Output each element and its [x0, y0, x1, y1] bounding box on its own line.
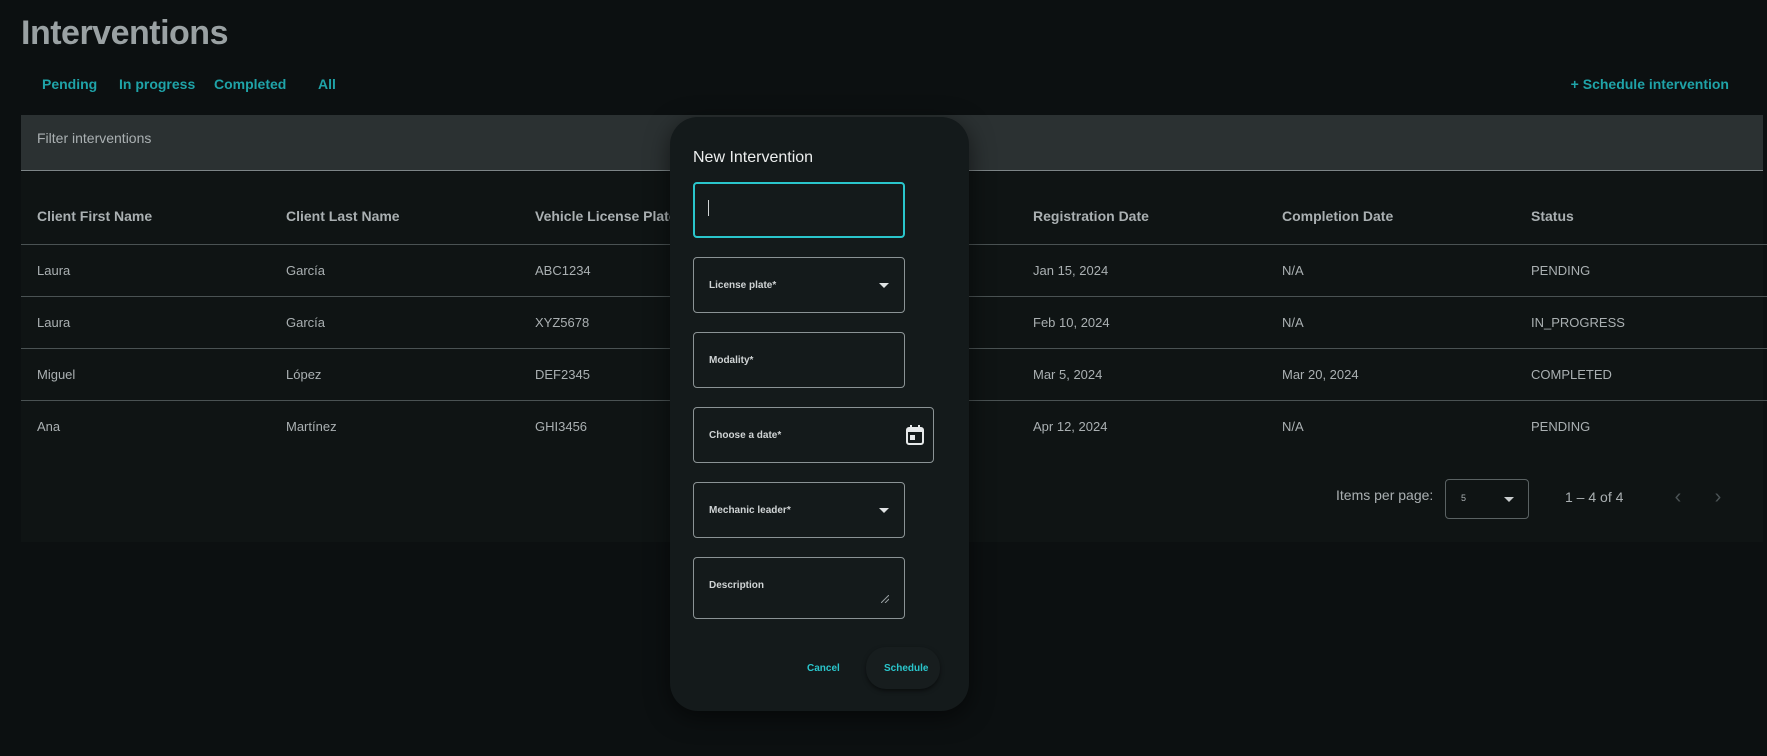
client-field[interactable]: [693, 182, 905, 238]
cell-last-name: López: [286, 367, 322, 382]
page-size-select[interactable]: 5: [1445, 479, 1529, 519]
cell-status: COMPLETED: [1531, 367, 1612, 382]
cell-completion-date: N/A: [1282, 263, 1304, 278]
modality-label: Modality*: [709, 355, 754, 366]
license-plate-select[interactable]: License plate*: [693, 257, 905, 313]
cell-license-plate: DEF2345: [535, 367, 590, 382]
text-cursor: [708, 200, 709, 216]
page-title: Interventions: [21, 14, 228, 52]
cell-completion-date: N/A: [1282, 419, 1304, 434]
schedule-intervention-button[interactable]: + Schedule intervention: [1571, 76, 1729, 92]
calendar-icon[interactable]: [906, 425, 924, 445]
cell-status: IN_PROGRESS: [1531, 315, 1625, 330]
cell-completion-date: N/A: [1282, 315, 1304, 330]
cancel-button[interactable]: Cancel: [807, 663, 840, 674]
chevron-down-icon: [1504, 497, 1514, 502]
tab-all[interactable]: All: [318, 76, 336, 92]
items-per-page-label: Items per page:: [1336, 487, 1434, 503]
new-intervention-dialog: New Intervention License plate* Modality…: [670, 117, 969, 711]
date-label: Choose a date*: [709, 430, 782, 441]
chevron-left-icon[interactable]: ‹: [1667, 484, 1689, 510]
chevron-down-icon: [879, 508, 889, 513]
schedule-button[interactable]: Schedule: [884, 663, 928, 674]
column-header-license-plate[interactable]: Vehicle License Plate: [535, 208, 677, 224]
cell-license-plate: XYZ5678: [535, 315, 590, 330]
cell-status: PENDING: [1531, 263, 1591, 278]
cell-completion-date: Mar 20, 2024: [1282, 367, 1359, 382]
resize-handle-icon[interactable]: [881, 595, 889, 603]
license-plate-label: License plate*: [709, 280, 777, 291]
cell-license-plate: GHI3456: [535, 419, 588, 434]
cell-last-name: García: [286, 263, 326, 278]
description-label: Description: [709, 580, 765, 591]
cell-registration-date: Feb 10, 2024: [1033, 315, 1110, 330]
mechanic-leader-label: Mechanic leader*: [709, 505, 791, 516]
column-header-completion-date[interactable]: Completion Date: [1282, 208, 1393, 224]
cell-registration-date: Jan 15, 2024: [1033, 263, 1109, 278]
page-range-label: 1 – 4 of 4: [1565, 489, 1624, 505]
cell-registration-date: Mar 5, 2024: [1033, 367, 1103, 382]
cell-first-name: Miguel: [37, 367, 76, 382]
cell-first-name: Laura: [37, 263, 71, 278]
cell-last-name: García: [286, 315, 326, 330]
column-header-registration-date[interactable]: Registration Date: [1033, 208, 1149, 224]
column-header-first-name[interactable]: Client First Name: [37, 208, 152, 224]
dialog-title: New Intervention: [693, 149, 814, 166]
cell-last-name: Martínez: [286, 419, 337, 434]
page-size-value: 5: [1461, 493, 1467, 503]
cell-registration-date: Apr 12, 2024: [1033, 419, 1108, 434]
column-header-last-name[interactable]: Client Last Name: [286, 208, 400, 224]
date-field[interactable]: Choose a date*: [693, 407, 934, 463]
cell-first-name: Laura: [37, 315, 71, 330]
filter-label: Filter interventions: [37, 130, 152, 146]
cell-license-plate: ABC1234: [535, 263, 591, 278]
chevron-right-icon[interactable]: ›: [1707, 484, 1729, 510]
tab-pending[interactable]: Pending: [42, 76, 97, 92]
tab-completed[interactable]: Completed: [214, 76, 286, 92]
cell-first-name: Ana: [37, 419, 61, 434]
chevron-down-icon: [879, 283, 889, 288]
column-header-status[interactable]: Status: [1531, 208, 1574, 224]
mechanic-leader-select[interactable]: Mechanic leader*: [693, 482, 905, 538]
description-textarea[interactable]: Description: [693, 557, 905, 619]
cell-status: PENDING: [1531, 419, 1591, 434]
tab-in-progress[interactable]: In progress: [119, 76, 195, 92]
modality-field[interactable]: Modality*: [693, 332, 905, 388]
